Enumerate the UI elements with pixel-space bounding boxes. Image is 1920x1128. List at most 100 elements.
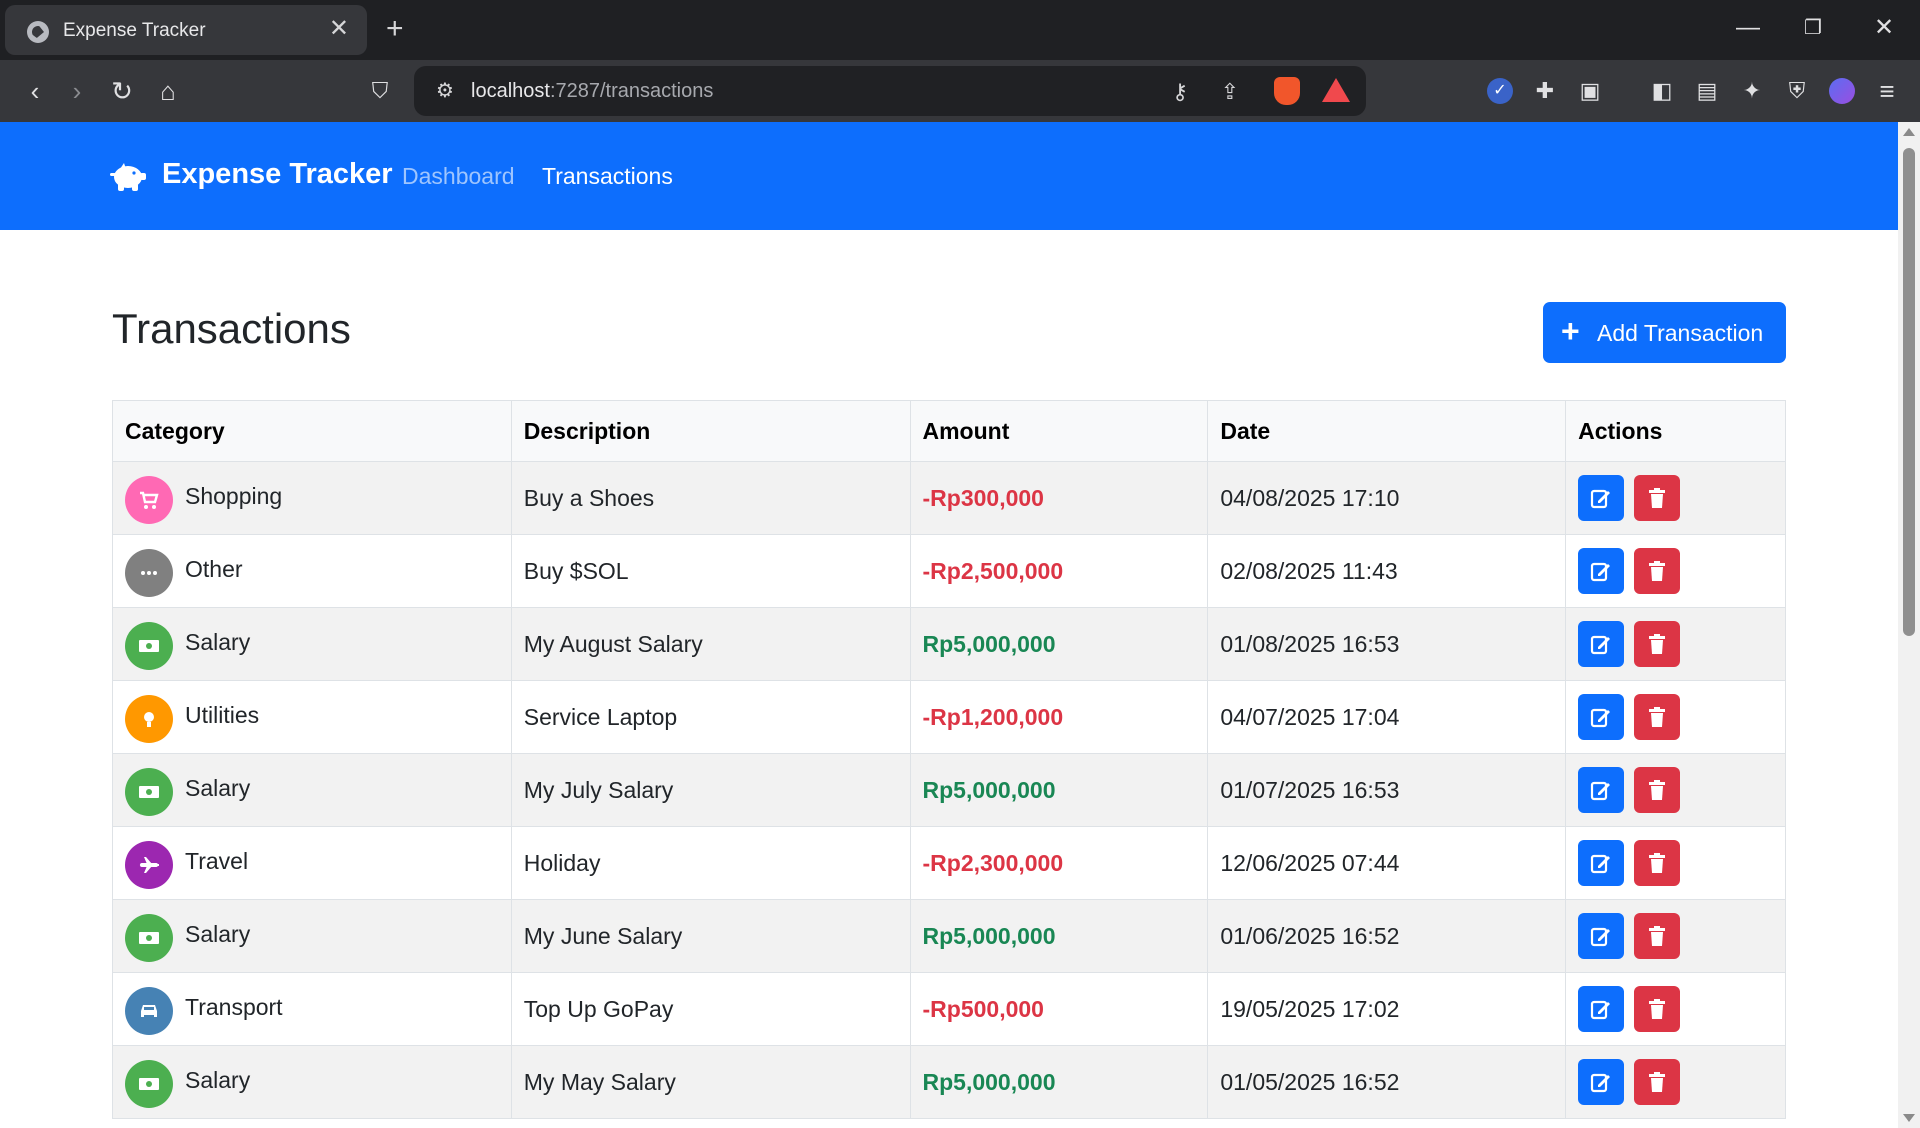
window-close-icon[interactable]: ✕: [1874, 14, 1894, 42]
add-transaction-label: Add Transaction: [1597, 320, 1764, 346]
back-icon[interactable]: ‹: [20, 76, 50, 106]
category-label: Salary: [185, 1066, 251, 1093]
description-cell: My June Salary: [510, 899, 911, 973]
menu-icon[interactable]: ≡: [1872, 76, 1902, 106]
home-icon[interactable]: ⌂: [153, 76, 183, 106]
wallet-icon[interactable]: ▤: [1692, 76, 1722, 106]
edit-button[interactable]: [1578, 986, 1625, 1032]
cart-icon: [125, 476, 173, 524]
table-row: Salary My May Salary Rp5,000,000 01/05/2025…: [112, 1045, 1786, 1119]
scrollbar-thumb[interactable]: [1903, 148, 1915, 636]
category-cell: Salary: [112, 753, 512, 827]
header-actions: Actions: [1565, 400, 1786, 462]
new-tab-icon[interactable]: +: [386, 12, 404, 46]
description-cell: My July Salary: [510, 753, 911, 827]
page-scrollbar[interactable]: [1898, 122, 1920, 1128]
amount-cell: Rp5,000,000: [909, 1045, 1209, 1119]
amount-cell: -Rp2,300,000: [909, 826, 1209, 900]
key-icon[interactable]: ⚷: [1166, 78, 1194, 106]
ellipsis-icon: [125, 549, 173, 597]
table-row: Salary My June Salary Rp5,000,000 01/06/202…: [112, 899, 1786, 973]
money-icon: [125, 914, 173, 962]
edit-button[interactable]: [1578, 548, 1625, 594]
forward-icon[interactable]: ›: [62, 76, 92, 106]
table-header-row: Category Description Amount Date Actions: [112, 400, 1786, 462]
browser-tab[interactable]: Expense Tracker ✕: [5, 5, 367, 55]
vpn-icon[interactable]: [1829, 78, 1855, 104]
delete-button[interactable]: [1634, 1059, 1681, 1105]
date-cell: 04/08/2025 17:10: [1207, 461, 1567, 535]
address-bar[interactable]: ⚙ localhost:7287/transactions ⚷ ⇪: [414, 66, 1366, 116]
money-icon: [125, 768, 173, 816]
extensions-icon[interactable]: ✚: [1530, 76, 1560, 106]
description-cell: Holiday: [510, 826, 911, 900]
sidebar-icon[interactable]: ◧: [1647, 76, 1677, 106]
actions-cell: [1565, 899, 1786, 973]
actions-cell: [1565, 534, 1786, 608]
transactions-table: Category Description Amount Date Actions…: [112, 400, 1786, 1119]
date-cell: 01/05/2025 16:52: [1207, 1045, 1567, 1119]
category-label: Salary: [185, 774, 251, 801]
amount-cell: -Rp2,500,000: [909, 534, 1209, 608]
nav-dashboard[interactable]: Dashboard: [402, 163, 515, 190]
category-label: Salary: [185, 920, 251, 947]
piggy-bank-icon: [110, 163, 146, 191]
brave-shields-icon[interactable]: [1274, 77, 1300, 105]
date-cell: 12/06/2025 07:44: [1207, 826, 1567, 900]
delete-button[interactable]: [1634, 694, 1681, 740]
date-cell: 19/05/2025 17:02: [1207, 972, 1567, 1046]
delete-button[interactable]: [1634, 548, 1681, 594]
delete-button[interactable]: [1634, 840, 1681, 886]
car-icon: [125, 987, 173, 1035]
edit-button[interactable]: [1578, 621, 1625, 667]
date-cell: 04/07/2025 17:04: [1207, 680, 1567, 754]
amount-cell: -Rp1,200,000: [909, 680, 1209, 754]
browser-tab-bar: Expense Tracker ✕ + — ❐ ✕: [0, 0, 1920, 60]
close-tab-icon[interactable]: ✕: [329, 16, 349, 42]
brave-rewards-icon[interactable]: [1322, 78, 1350, 102]
description-cell: Buy $SOL: [510, 534, 911, 608]
scroll-up-icon[interactable]: [1903, 128, 1915, 136]
verified-extension-icon[interactable]: ✓: [1487, 78, 1513, 104]
edit-button[interactable]: [1578, 767, 1625, 813]
delete-button[interactable]: [1634, 767, 1681, 813]
category-label: Travel: [185, 847, 249, 874]
reader-icon[interactable]: ▣: [1575, 76, 1605, 106]
plane-icon: [125, 841, 173, 889]
category-cell: Other: [112, 534, 512, 608]
globe-icon: [27, 21, 49, 43]
brand-title[interactable]: Expense Tracker: [162, 158, 393, 191]
lightbulb-icon: [125, 695, 173, 743]
delete-button[interactable]: [1634, 621, 1681, 667]
header-category: Category: [112, 400, 512, 462]
money-icon: [125, 622, 173, 670]
minimize-icon[interactable]: —: [1736, 14, 1760, 42]
url-text[interactable]: localhost:7287/transactions: [471, 80, 713, 103]
add-transaction-button[interactable]: + Add Transaction: [1543, 302, 1786, 363]
edit-button[interactable]: [1578, 913, 1625, 959]
bookmark-icon[interactable]: ⛉: [365, 76, 395, 106]
table-row: Shopping Buy a Shoes -Rp300,000 04/08/2025 …: [112, 461, 1786, 535]
actions-cell: [1565, 680, 1786, 754]
edit-button[interactable]: [1578, 840, 1625, 886]
share-icon[interactable]: ⇪: [1216, 78, 1244, 106]
restore-icon[interactable]: ❐: [1804, 14, 1822, 42]
nav-transactions[interactable]: Transactions: [542, 163, 673, 190]
edit-button[interactable]: [1578, 694, 1625, 740]
delete-button[interactable]: [1634, 913, 1681, 959]
shield-icon[interactable]: ⛨: [1782, 76, 1812, 106]
category-label: Other: [185, 555, 243, 582]
edit-button[interactable]: [1578, 475, 1625, 521]
reload-icon[interactable]: ↻: [107, 76, 137, 106]
edit-button[interactable]: [1578, 1059, 1625, 1105]
amount-cell: Rp5,000,000: [909, 899, 1209, 973]
scroll-down-icon[interactable]: [1903, 1114, 1915, 1122]
actions-cell: [1565, 607, 1786, 681]
delete-button[interactable]: [1634, 475, 1681, 521]
table-row: Salary My August Salary Rp5,000,000 01/08/2…: [112, 607, 1786, 681]
delete-button[interactable]: [1634, 986, 1681, 1032]
site-settings-icon[interactable]: ⚙: [436, 79, 460, 103]
leo-ai-icon[interactable]: ✦: [1737, 76, 1767, 106]
plus-icon: +: [1561, 313, 1580, 349]
actions-cell: [1565, 972, 1786, 1046]
